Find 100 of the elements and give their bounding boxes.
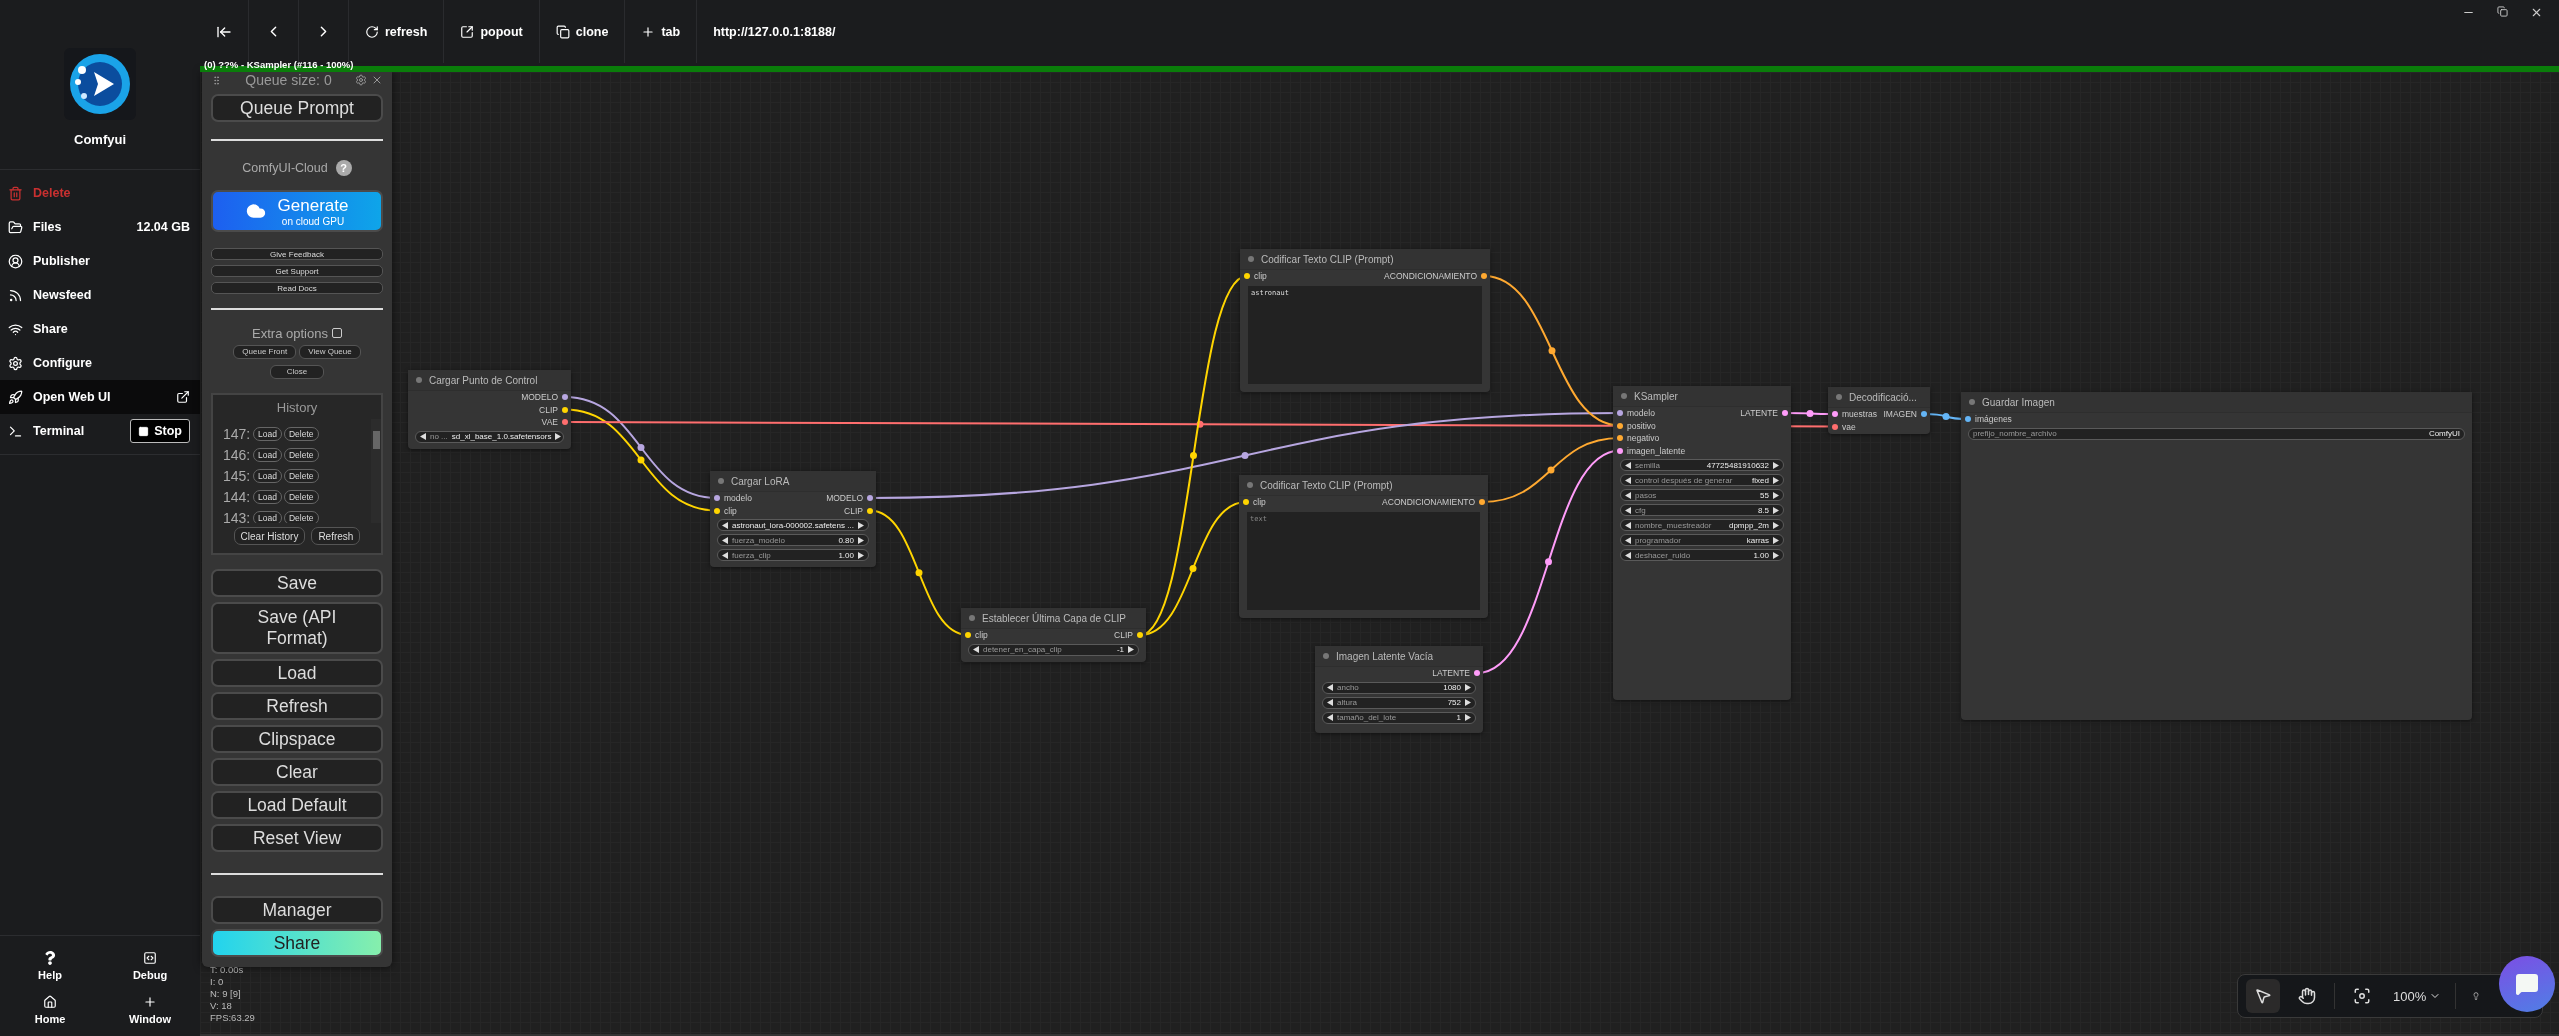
input-label: imagen_latente — [1627, 445, 1686, 456]
number-widget[interactable]: pasos 55 — [1620, 489, 1784, 501]
delete-button[interactable]: Delete — [283, 510, 319, 523]
output-label: IMAGEN — [1883, 409, 1917, 420]
history-button[interactable]: Refresh — [311, 527, 361, 545]
combo-widget[interactable]: programador karras — [1620, 534, 1784, 546]
footer-button[interactable]: Help — [0, 950, 100, 982]
input-label: clip — [1253, 497, 1266, 508]
stop-button[interactable]: Stop — [130, 419, 190, 443]
input-label: muestras — [1842, 409, 1877, 420]
node-card[interactable]: KSampler modelo LATENTE positivo negativo imagen_latente semilla 47725481910632 control después de generar fixed pasos 55 cfg 8.5 nombre_muestreador dpmpp_2m programador karras deshacer_ruido 1.00 — [1613, 386, 1791, 700]
stat-text: FPS:63.29 — [210, 1012, 255, 1024]
input-label: negativo — [1627, 433, 1660, 444]
output-label: CLIP — [1114, 630, 1133, 641]
menu-button[interactable]: Load — [211, 659, 383, 687]
delete-button[interactable]: Delete — [283, 447, 319, 462]
output-label: CLIP — [844, 505, 863, 516]
input-label: positivo — [1627, 420, 1656, 431]
load-button[interactable]: Load — [253, 426, 282, 441]
delete-button[interactable]: Delete — [283, 426, 319, 441]
sidebar-item[interactable]: Share — [0, 312, 200, 346]
text-widget[interactable]: prefijo_nombre_archivo ComfyUI — [1968, 427, 2465, 440]
sidebar-item[interactable]: Files 12.04 GB — [0, 210, 200, 244]
link-button[interactable]: Give Feedback — [211, 248, 383, 260]
node-title: Decodificació... — [1849, 391, 1917, 403]
output-label: ACONDICIONAMIENTO — [1384, 271, 1477, 282]
combo-widget[interactable]: control después de generar fixed — [1620, 474, 1784, 486]
node-card[interactable]: Cargar Punto de Control MODELO CLIP VAE no ... sd_xl_base_1.0.safetensors — [408, 370, 571, 449]
number-widget[interactable]: fuerza_modelo 0.80 — [717, 534, 869, 546]
generate-button[interactable]: Generate on cloud GPU — [211, 190, 383, 232]
queue-button[interactable]: View Queue — [299, 345, 361, 359]
extra-options-label: Extra options — [252, 325, 328, 341]
combo-widget[interactable]: nombre_muestreador dpmpp_2m — [1620, 519, 1784, 531]
footer-button[interactable]: Home — [0, 994, 100, 1026]
node-title: Cargar Punto de Control — [429, 374, 538, 386]
load-button[interactable]: Load — [253, 489, 282, 504]
sidebar-item[interactable]: Terminal Stop — [0, 414, 200, 448]
node-card[interactable]: Decodificació... muestras IMAGEN vae — [1828, 387, 1930, 434]
menu-button[interactable]: Reset View — [211, 824, 383, 852]
number-widget[interactable]: semilla 47725481910632 — [1620, 459, 1784, 471]
history-button[interactable]: Clear History — [233, 527, 306, 545]
url-text: http://127.0.0.1:8188/ — [712, 24, 836, 39]
sidebar-item[interactable]: Configure — [0, 346, 200, 380]
number-widget[interactable]: cfg 8.5 — [1620, 504, 1784, 516]
output-label: LATENTE — [1740, 408, 1778, 419]
input-label: modelo — [1627, 408, 1655, 419]
load-button[interactable]: Load — [253, 468, 282, 483]
number-widget[interactable]: ancho 1080 — [1322, 681, 1476, 694]
stat-text: V: 18 — [210, 1000, 233, 1012]
output-label: CLIP — [539, 404, 558, 415]
menu-button[interactable]: Save (API Format) — [211, 602, 383, 654]
input-label: modelo — [724, 493, 752, 504]
output-label: MODELO — [826, 493, 863, 504]
history-number: 147: — [223, 425, 251, 442]
number-widget[interactable]: detener_en_capa_clip -1 — [968, 643, 1139, 656]
close-button[interactable]: Close — [269, 365, 325, 379]
link-button[interactable]: Read Docs — [211, 282, 383, 294]
delete-button[interactable]: Delete — [283, 468, 319, 483]
node-title: Codificar Texto CLIP (Prompt) — [1261, 253, 1394, 265]
menu-button[interactable]: Manager — [211, 896, 383, 924]
number-widget[interactable]: tamaño_del_lote 1 — [1322, 711, 1476, 724]
menu-button[interactable]: Share — [211, 929, 383, 957]
menu-button[interactable]: Clipspace — [211, 725, 383, 753]
output-label: MODELO — [521, 392, 558, 403]
app-name: Comfyui — [74, 132, 126, 147]
menu-button[interactable]: Refresh — [211, 692, 383, 720]
menu-button[interactable]: Clear — [211, 758, 383, 786]
node-title: Codificar Texto CLIP (Prompt) — [1260, 479, 1393, 491]
input-label: clip — [1254, 271, 1267, 282]
delete-button[interactable]: Delete — [283, 489, 319, 504]
combo-widget[interactable]: no ... sd_xl_base_1.0.safetensors — [415, 430, 564, 443]
footer-button[interactable]: Window — [100, 994, 200, 1026]
menu-button[interactable]: Save — [211, 569, 383, 597]
cloud-title: ComfyUI-Cloud — [242, 161, 328, 175]
history-number: 144: — [223, 488, 251, 505]
input-label: clip — [975, 630, 988, 641]
output-label: LATENTE — [1432, 668, 1470, 679]
queue-prompt-button[interactable]: Queue Prompt — [211, 94, 383, 122]
output-label: VAE — [541, 417, 558, 428]
node-card[interactable]: Cargar LoRA modelo MODELO clip CLIP astronaut_lora-000002.safetens ... fuerza_modelo 0.80 fuerza_clip 1.00 — [710, 471, 876, 567]
number-widget[interactable]: fuerza_clip 1.00 — [717, 549, 869, 561]
output-label: ACONDICIONAMIENTO — [1382, 497, 1475, 508]
number-widget[interactable]: deshacer_ruido 1.00 — [1620, 549, 1784, 561]
history-title: History — [275, 398, 319, 417]
queue-button[interactable]: Queue Front — [233, 345, 297, 359]
node-card[interactable]: Imagen Latente Vacía LATENTE ancho 1080 altura 752 tamaño_del_lote 1 — [1315, 646, 1483, 733]
node-card[interactable]: Guardar Imagen imágenes prefijo_nombre_archivo ComfyUI — [1961, 392, 2472, 720]
combo-widget[interactable]: astronaut_lora-000002.safetens ... — [717, 519, 869, 531]
sidebar-item[interactable]: Newsfeed — [0, 278, 200, 312]
history-number: 143: — [223, 509, 251, 523]
menu-button[interactable]: Load Default — [211, 791, 383, 819]
number-widget[interactable]: altura 752 — [1322, 696, 1476, 709]
load-button[interactable]: Load — [253, 510, 282, 523]
sidebar-item[interactable]: Publisher — [0, 244, 200, 278]
sidebar-item[interactable]: Open Web UI — [0, 380, 200, 414]
load-button[interactable]: Load — [253, 447, 282, 462]
zoom-dropdown[interactable]: 100% — [2389, 988, 2446, 1004]
link-button[interactable]: Get Support — [211, 265, 383, 277]
footer-button[interactable]: Debug — [100, 950, 200, 982]
node-card[interactable]: Establecer Última Capa de CLIP clip CLIP detener_en_capa_clip -1 — [961, 608, 1146, 662]
